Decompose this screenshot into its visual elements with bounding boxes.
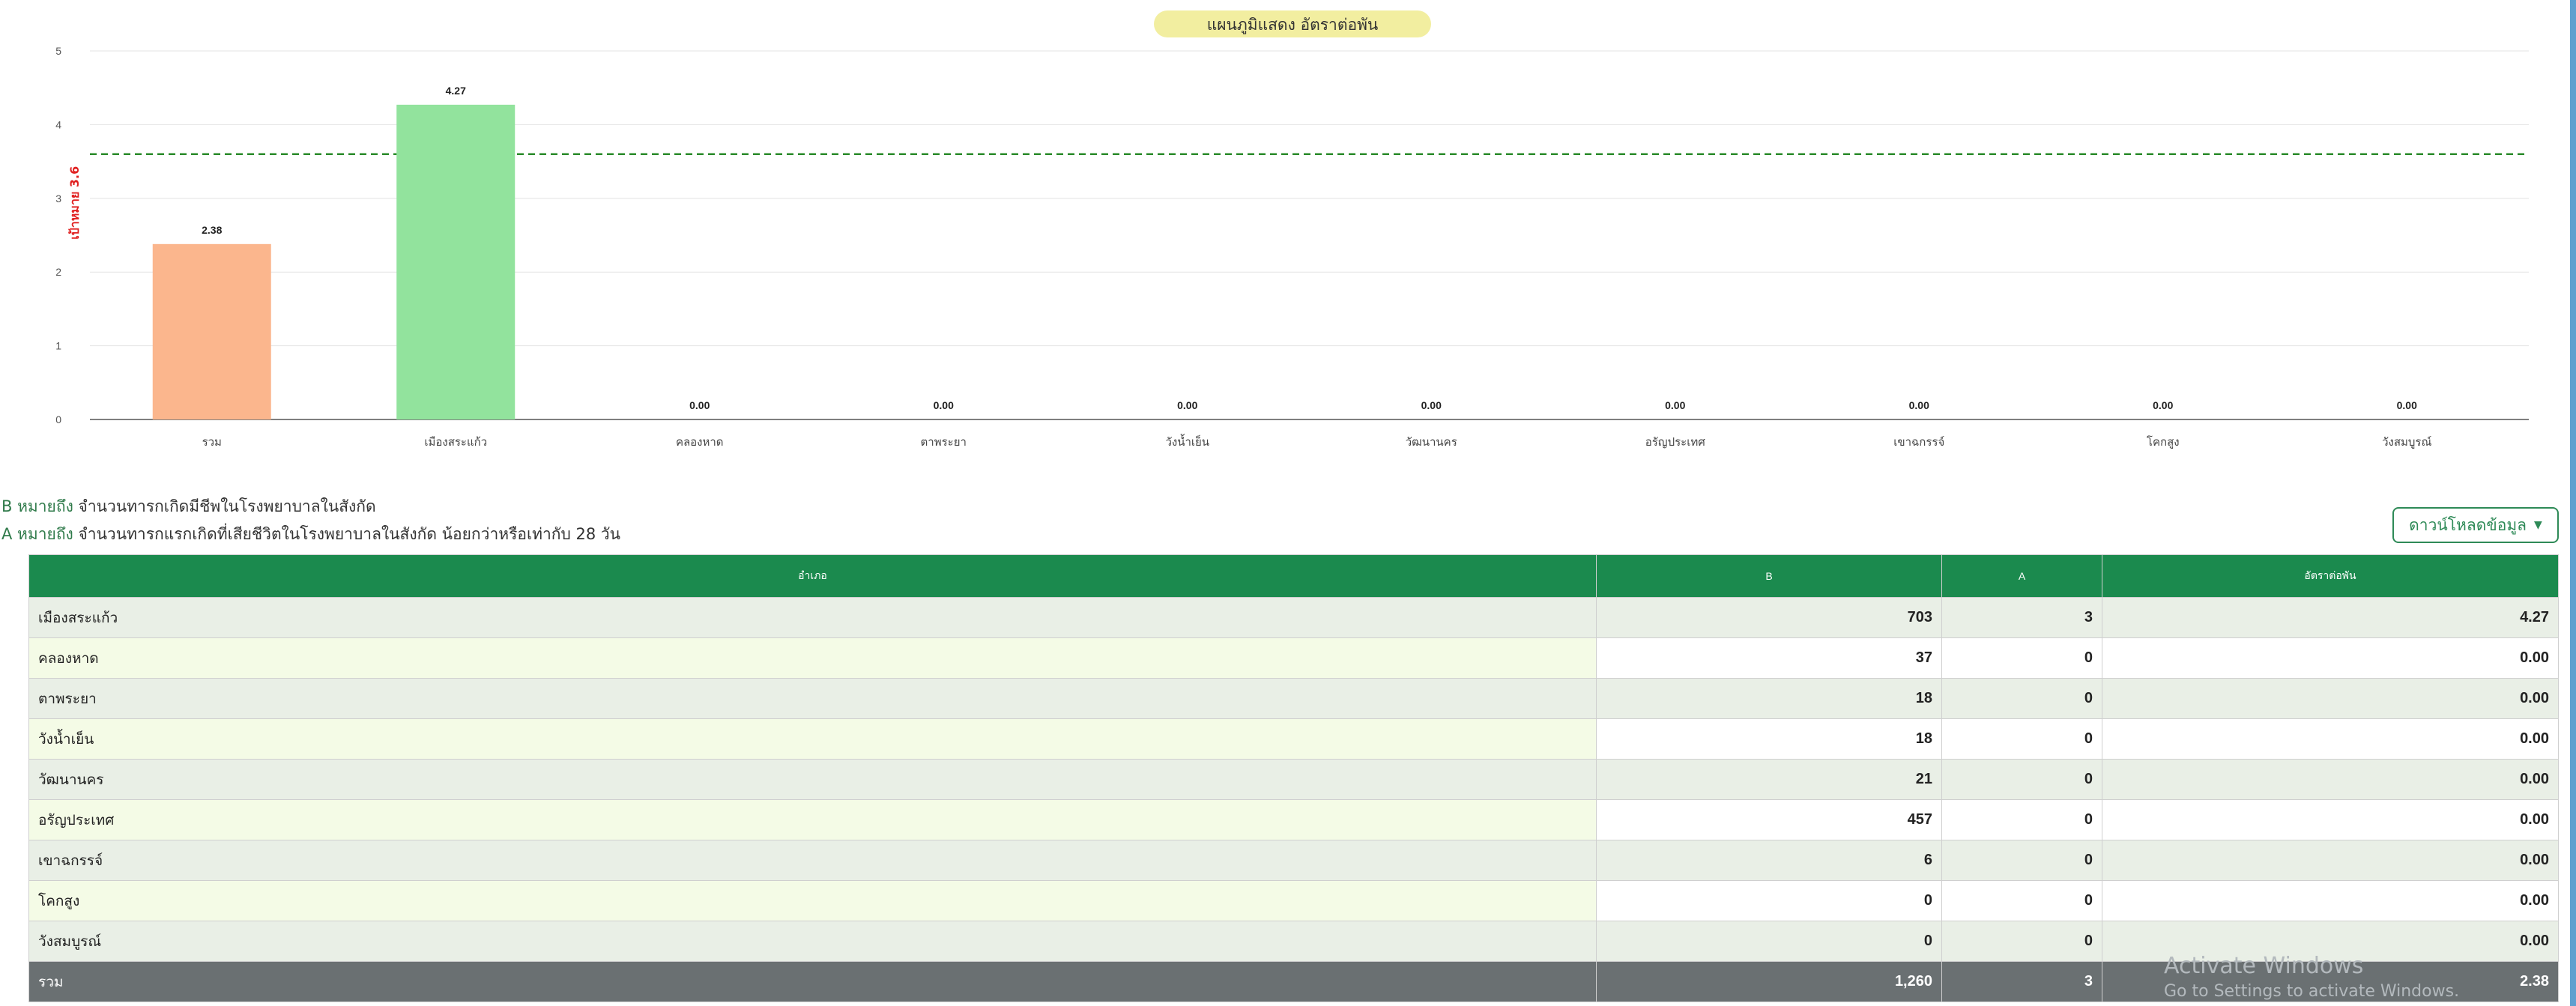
bar-value-label: 0.00 (1909, 399, 1929, 411)
cell-district: โคกสูง (28, 880, 1597, 921)
cell-a: 0 (1941, 921, 2102, 962)
cell-a: 0 (1941, 840, 2102, 881)
note-b-text: จำนวนทารกเกิดมีชีพในโรงพยาบาลในสังกัด (78, 497, 376, 515)
cell-a: 3 (1941, 597, 2102, 638)
cell-rate: 0.00 (2102, 840, 2559, 881)
download-label: ดาวน์โหลดข้อมูล (2409, 515, 2527, 534)
note-a-key: A หมายถึง (1, 525, 73, 543)
y-tick-label: 2 (55, 266, 61, 278)
cell-district: ตาพระยา (28, 678, 1597, 719)
cell-rate: 0.00 (2102, 637, 2559, 679)
bar-value-label: 2.38 (202, 224, 222, 236)
bar-value-label: 0.00 (1665, 399, 1685, 411)
x-tick-label: ตาพระยา (921, 435, 967, 449)
header-b[interactable]: B (1596, 554, 1942, 598)
note-b-key: B หมายถึง (1, 497, 73, 515)
cell-rate: 0.00 (2102, 799, 2559, 840)
bar-value-label: 0.00 (1177, 399, 1197, 411)
cell-a: 0 (1941, 799, 2102, 840)
bar-value-label: 0.00 (1421, 399, 1442, 411)
table-row: เมืองสระแก้ว 703 3 4.27 (28, 597, 2559, 638)
x-tick-label: วังน้ำเย็น (1165, 434, 1209, 449)
report-panel: แผนภูมิแสดง อัตราต่อพัน 0 1 2 3 4 5 เป้าหมาย 3.… (0, 0, 2570, 1006)
x-tick-label: เมืองสระแก้ว (424, 435, 487, 449)
cell-b: 703 (1596, 597, 1942, 638)
cell-rate: 0.00 (2102, 718, 2559, 760)
cell-b: 18 (1596, 678, 1942, 719)
cell-a: 0 (1941, 637, 2102, 679)
total-b: 1,260 (1596, 961, 1942, 1002)
y-tick-label: 0 (55, 413, 61, 425)
table-row: วังน้ำเย็น 18 0 0.00 (28, 718, 2559, 760)
cell-b: 6 (1596, 840, 1942, 881)
y-tick-label: 3 (55, 193, 61, 204)
bar (396, 104, 515, 419)
cell-b: 18 (1596, 718, 1942, 760)
cell-district: อรัญประเทศ (28, 799, 1597, 840)
bar-value-label: 0.00 (689, 399, 710, 411)
x-tick-label: คลองหาด (676, 435, 724, 449)
cell-a: 0 (1941, 718, 2102, 760)
activate-windows-watermark: Activate Windows Go to Settings to activ… (2164, 953, 2459, 1001)
total-label: รวม (28, 961, 1597, 1002)
bar-value-label: 4.27 (446, 85, 466, 97)
cell-rate: 0.00 (2102, 678, 2559, 719)
y-tick-label: 1 (55, 340, 61, 352)
cell-rate: 4.27 (2102, 597, 2559, 638)
y-tick-label: 5 (55, 45, 61, 57)
header-district[interactable]: อำเภอ (28, 554, 1597, 598)
cell-rate: 0.00 (2102, 880, 2559, 921)
bar-value-label: 0.00 (2153, 399, 2173, 411)
table-row: อรัญประเทศ 457 0 0.00 (28, 799, 2559, 840)
chart-title: แผนภูมิแสดง อัตราต่อพัน (1207, 16, 1379, 34)
bar-value-label: 0.00 (2397, 399, 2417, 411)
table-row: โคกสูง 0 0 0.00 (28, 880, 2559, 921)
target-reference-label: เป้าหมาย 3.6 (67, 166, 82, 240)
watermark-line2: Go to Settings to activate Windows. (2164, 982, 2460, 1001)
bar (152, 243, 271, 419)
x-tick-label: อรัญประเทศ (1645, 435, 1705, 449)
x-tick-label: รวม (202, 435, 222, 449)
x-tick-label: เขาฉกรรจ์ (1893, 435, 1944, 449)
header-a[interactable]: A (1941, 554, 2102, 598)
cell-a: 0 (1941, 759, 2102, 800)
note-b: B หมายถึง จำนวนทารกเกิดมีชีพในโรงพยาบาลใ… (1, 494, 376, 519)
x-tick-label: วังสมบูรณ์ (2382, 435, 2431, 449)
x-tick-label: วัฒนานคร (1406, 435, 1457, 449)
table-row: ตาพระยา 18 0 0.00 (28, 678, 2559, 719)
data-table: อำเภอ B A อัตราต่อพัน เมืองสระแก้ว 703 3… (28, 554, 2559, 1002)
y-tick-label: 4 (55, 118, 61, 130)
download-data-button[interactable]: ดาวน์โหลดข้อมูล ▼ (2392, 507, 2559, 543)
header-rate[interactable]: อัตราต่อพัน (2102, 554, 2559, 598)
cell-a: 0 (1941, 678, 2102, 719)
cell-b: 0 (1596, 921, 1942, 962)
cell-rate: 0.00 (2102, 759, 2559, 800)
bar-value-label: 0.00 (934, 399, 954, 411)
caret-down-icon: ▼ (2534, 519, 2542, 531)
note-a-text: จำนวนทารกแรกเกิดที่เสียชีวิตในโรงพยาบาลใ… (78, 525, 621, 543)
cell-b: 37 (1596, 637, 1942, 679)
cell-district: วังน้ำเย็น (28, 718, 1597, 760)
note-a: A หมายถึง จำนวนทารกแรกเกิดที่เสียชีวิตใน… (1, 522, 620, 547)
watermark-line1: Activate Windows (2164, 953, 2364, 979)
table-row: วัฒนานคร 21 0 0.00 (28, 759, 2559, 800)
cell-a: 0 (1941, 880, 2102, 921)
bar-chart: แผนภูมิแสดง อัตราต่อพัน 0 1 2 3 4 5 เป้าหมาย 3.… (55, 10, 2529, 449)
cell-b: 21 (1596, 759, 1942, 800)
cell-b: 0 (1596, 880, 1942, 921)
cell-district: คลองหาด (28, 637, 1597, 679)
table-header-row: อำเภอ B A อัตราต่อพัน (28, 554, 2559, 598)
cell-b: 457 (1596, 799, 1942, 840)
cell-district: เมืองสระแก้ว (28, 597, 1597, 638)
cell-district: เขาฉกรรจ์ (28, 840, 1597, 881)
table-row: เขาฉกรรจ์ 6 0 0.00 (28, 840, 2559, 881)
x-tick-label: โคกสูง (2147, 435, 2180, 449)
total-a: 3 (1941, 961, 2102, 1002)
cell-district: วัฒนานคร (28, 759, 1597, 800)
cell-district: วังสมบูรณ์ (28, 921, 1597, 962)
table-row: คลองหาด 37 0 0.00 (28, 637, 2559, 679)
